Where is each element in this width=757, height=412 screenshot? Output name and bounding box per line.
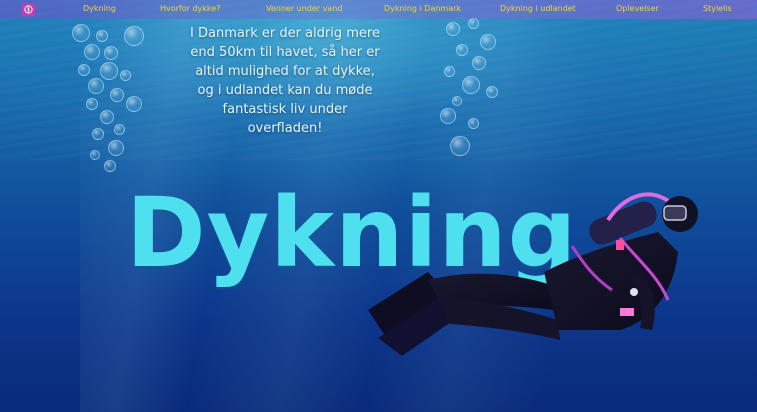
nav-item-dykning-i-udlandet[interactable]: Dykning i udlandet bbox=[500, 4, 576, 13]
intro-line: I Danmark er der aldrig mere bbox=[190, 26, 380, 41]
intro-line: end 50km til havet, så her er bbox=[190, 45, 380, 60]
nav-item-hvorfor-dykke[interactable]: Hvorfor dykke? bbox=[160, 4, 220, 13]
intro-line: overfladen! bbox=[247, 121, 323, 136]
site-logo[interactable] bbox=[22, 3, 35, 16]
page: Dykning Hvorfor dykke? Venner under vand… bbox=[0, 0, 757, 412]
nav-item-dykning[interactable]: Dykning bbox=[83, 4, 116, 13]
logo-icon bbox=[24, 5, 33, 14]
intro-line: fantastisk liv under bbox=[222, 102, 348, 117]
intro-text: I Danmark er der aldrig mere end 50km ti… bbox=[180, 24, 390, 138]
nav-item-venner-under-vand[interactable]: Venner under vand bbox=[266, 4, 342, 13]
nav-item-stylelis[interactable]: Stylelis bbox=[703, 4, 732, 13]
scuba-diver-image bbox=[368, 192, 698, 356]
intro-line: og i udlandet kan du møde bbox=[197, 83, 373, 98]
nav-item-oplevelser[interactable]: Oplevelser bbox=[616, 4, 659, 13]
top-nav: Dykning Hvorfor dykke? Venner under vand… bbox=[0, 0, 757, 19]
intro-line: altid mulighed for at dykke, bbox=[195, 64, 375, 79]
nav-item-dykning-i-danmark[interactable]: Dykning i Danmark bbox=[384, 4, 461, 13]
